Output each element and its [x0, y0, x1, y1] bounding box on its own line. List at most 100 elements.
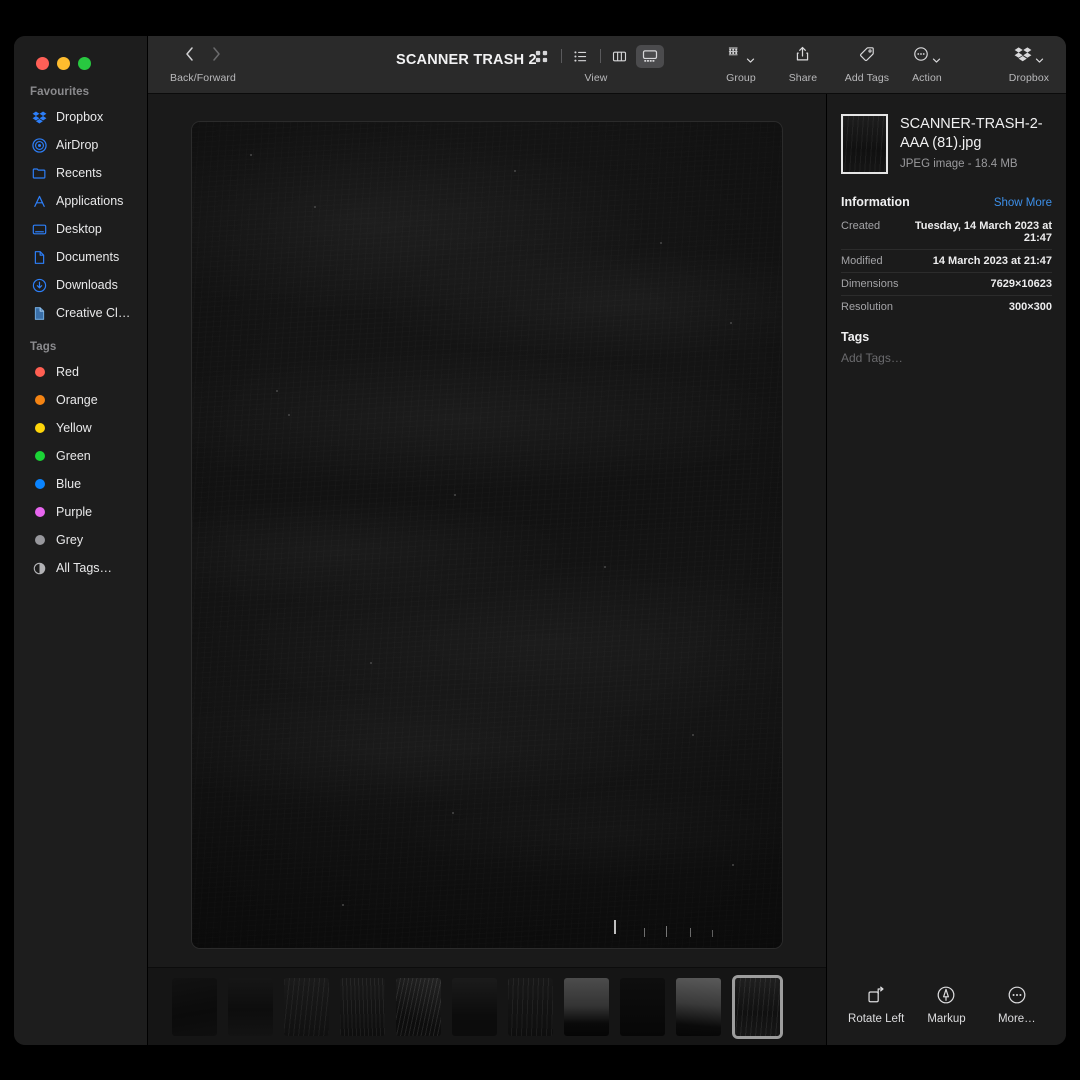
close-button[interactable] — [36, 57, 49, 70]
filmstrip-thumbnail[interactable] — [228, 978, 273, 1036]
document-icon — [32, 306, 47, 321]
all-tags-icon — [32, 561, 47, 576]
rotate-left-button[interactable]: Rotate Left — [841, 984, 911, 1025]
sidebar-tag-label: Blue — [56, 477, 81, 491]
gallery-view — [148, 94, 826, 1045]
column-view-button[interactable] — [606, 45, 634, 68]
more-button[interactable]: More… — [982, 984, 1052, 1025]
gallery-view-button[interactable] — [636, 45, 664, 68]
ellipsis-circle-icon — [1007, 984, 1027, 1006]
sidebar-item-label: Dropbox — [56, 110, 103, 124]
filmstrip-thumbnail[interactable] — [172, 978, 217, 1036]
dropbox-icon — [32, 110, 47, 125]
sidebar-tag-orange[interactable]: Orange — [14, 386, 147, 414]
sidebar-tag-red[interactable]: Red — [14, 358, 147, 386]
info-row-key: Dimensions — [841, 278, 898, 290]
sidebar-item-documents[interactable]: Documents — [14, 243, 147, 271]
file-kind: JPEG image - 18.4 MB — [900, 158, 1052, 170]
action-button[interactable]: Action — [902, 36, 952, 84]
dropbox-button[interactable]: Dropbox — [1004, 36, 1054, 84]
info-row-dimensions: Dimensions 7629×10623 — [841, 273, 1052, 296]
ellipsis-circle-icon — [913, 46, 929, 67]
dropbox-icon — [1014, 46, 1032, 67]
filmstrip-thumbnail[interactable] — [396, 978, 441, 1036]
sidebar-tag-grey[interactable]: Grey — [14, 526, 147, 554]
sidebar-tag-label: All Tags… — [56, 561, 112, 575]
rotate-left-label: Rotate Left — [848, 1013, 904, 1025]
tag-dot-icon — [32, 421, 47, 436]
folder-clock-icon — [32, 166, 47, 181]
sidebar-item-label: Documents — [56, 250, 119, 264]
markup-button[interactable]: Markup — [911, 984, 981, 1025]
sidebar-tag-all-tags[interactable]: All Tags… — [14, 554, 147, 582]
filmstrip-thumbnail[interactable] — [620, 978, 665, 1036]
information-title: Information — [841, 195, 910, 209]
chevron-down-icon — [932, 52, 941, 61]
add-tags-input[interactable]: Add Tags… — [841, 344, 1052, 365]
back-button[interactable] — [184, 46, 195, 67]
sidebar-tag-green[interactable]: Green — [14, 442, 147, 470]
markup-icon — [936, 984, 956, 1006]
sidebar-tag-blue[interactable]: Blue — [14, 470, 147, 498]
sidebar-tag-label: Orange — [56, 393, 98, 407]
content-area: SCANNER-TRASH-2-AAA (81).jpg JPEG image … — [148, 94, 1066, 1045]
tag-dot-icon — [32, 533, 47, 548]
sidebar-item-applications[interactable]: Applications — [14, 187, 147, 215]
info-row-value: 14 March 2023 at 21:47 — [933, 255, 1052, 267]
group-label: Group — [726, 72, 756, 84]
tag-dot-icon — [32, 393, 47, 408]
sidebar-item-airdrop[interactable]: AirDrop — [14, 131, 147, 159]
sidebar-tag-purple[interactable]: Purple — [14, 498, 147, 526]
desktop-icon — [32, 222, 47, 237]
filmstrip-thumbnail[interactable] — [564, 978, 609, 1036]
dropbox-label: Dropbox — [1009, 72, 1049, 84]
file-name: SCANNER-TRASH-2-AAA (81).jpg — [900, 115, 1052, 152]
information-section-header: Information Show More — [841, 188, 1052, 215]
group-icon — [727, 46, 743, 66]
filmstrip[interactable] — [148, 967, 826, 1045]
tag-dot-icon — [32, 477, 47, 492]
chevron-down-icon — [746, 52, 755, 61]
info-actions: Rotate Left Markup More… — [841, 984, 1052, 1045]
info-row-key: Resolution — [841, 301, 893, 313]
filmstrip-thumbnail[interactable] — [284, 978, 329, 1036]
filmstrip-thumbnail[interactable] — [340, 978, 385, 1036]
add-tags-button[interactable]: Add Tags — [842, 36, 892, 84]
sidebar-tag-label: Red — [56, 365, 79, 379]
sidebar-item-dropbox[interactable]: Dropbox — [14, 103, 147, 131]
filmstrip-thumbnail[interactable] — [508, 978, 553, 1036]
share-button[interactable]: Share — [778, 36, 828, 84]
sidebar-item-desktop[interactable]: Desktop — [14, 215, 147, 243]
sidebar-tag-yellow[interactable]: Yellow — [14, 414, 147, 442]
forward-button[interactable] — [211, 46, 222, 67]
filmstrip-thumbnail[interactable] — [452, 978, 497, 1036]
share-label: Share — [789, 72, 818, 84]
sidebar-tag-label: Yellow — [56, 421, 92, 435]
minimize-button[interactable] — [57, 57, 70, 70]
sidebar-favourites-header: Favourites — [14, 80, 147, 103]
group-button[interactable]: Group — [716, 36, 766, 84]
zoom-button[interactable] — [78, 57, 91, 70]
window-controls — [36, 57, 91, 70]
window-body: Back/Forward SCANNER TRASH 2 — [148, 36, 1066, 1045]
info-row-value: 300×300 — [1009, 301, 1052, 313]
sidebar: Favourites Dropbox AirDrop Recents Appli… — [14, 36, 148, 1045]
markup-label: Markup — [927, 1013, 965, 1025]
add-tags-label: Add Tags — [845, 72, 889, 84]
sidebar-item-downloads[interactable]: Downloads — [14, 271, 147, 299]
tags-title: Tags — [841, 330, 1052, 344]
list-view-button[interactable] — [567, 45, 595, 68]
show-more-link[interactable]: Show More — [994, 197, 1052, 209]
toolbar: Back/Forward SCANNER TRASH 2 — [148, 36, 1066, 94]
filmstrip-thumbnail[interactable] — [676, 978, 721, 1036]
airdrop-icon — [32, 138, 47, 153]
sidebar-item-label: Creative Cl… — [56, 306, 130, 320]
tags-section: Tags Add Tags… — [841, 318, 1052, 365]
tag-dot-icon — [32, 449, 47, 464]
file-header: SCANNER-TRASH-2-AAA (81).jpg JPEG image … — [841, 94, 1052, 188]
filmstrip-thumbnail-selected[interactable] — [732, 975, 783, 1039]
sidebar-item-creative-cloud[interactable]: Creative Cl… — [14, 299, 147, 327]
sidebar-item-recents[interactable]: Recents — [14, 159, 147, 187]
info-spacer — [841, 365, 1052, 984]
preview-image[interactable] — [191, 121, 783, 949]
